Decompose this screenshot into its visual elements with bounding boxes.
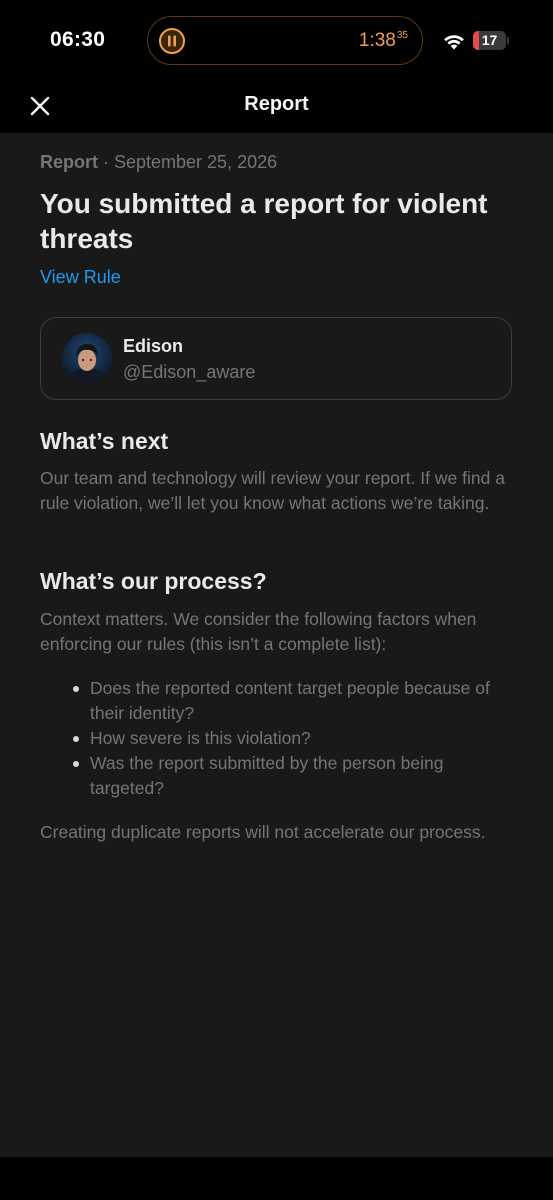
battery-indicator: 17 [473,31,509,50]
battery-cap [507,37,509,44]
view-rule-link[interactable]: View Rule [40,267,121,288]
dynamic-island-timer[interactable]: 1:3835 [147,16,423,65]
avatar[interactable] [62,333,112,383]
page-title: Report [244,93,309,115]
list-item: How severe is this violation? [73,726,510,751]
meta-separator: · [98,152,114,172]
battery-level: 17 [481,32,498,48]
timer-main: 1:38 [358,30,396,51]
pause-timer-icon[interactable] [158,27,186,55]
list-item: Was the report submitted by the person b… [73,751,510,801]
timer-readout: 1:3835 [359,30,408,52]
whats-next-heading: What’s next [40,428,169,454]
reported-account-card[interactable]: Edison @Edison_aware [40,317,512,400]
report-headline: You submitted a report for violent threa… [40,188,488,254]
factors-list: Does the reported content target people … [73,676,510,801]
status-bar: 06:30 1:3835 17 [0,0,553,80]
wifi-icon [444,35,464,50]
account-handle: @Edison_aware [123,362,256,382]
top-nav-bar: Report [0,80,553,133]
timer-fraction: 35 [396,30,408,41]
account-name: Edison [123,336,184,356]
whats-next-body: Our team and technology will review your… [40,468,505,513]
list-item: Does the reported content target people … [73,676,510,726]
report-date: September 25, 2026 [114,152,278,172]
report-meta: Report · September 25, 2026 [40,152,277,173]
bottom-bar [0,1157,553,1200]
report-label: Report [40,152,98,172]
duplicate-reports-note: Creating duplicate reports will not acce… [40,822,486,842]
avatar-image [62,333,112,383]
process-intro: Context matters. We consider the followi… [40,609,477,654]
process-heading: What’s our process? [40,568,267,594]
battery-body: 17 [473,31,506,50]
report-details: Report · September 25, 2026 You submitte… [0,133,553,1157]
status-time: 06:30 [50,28,106,51]
